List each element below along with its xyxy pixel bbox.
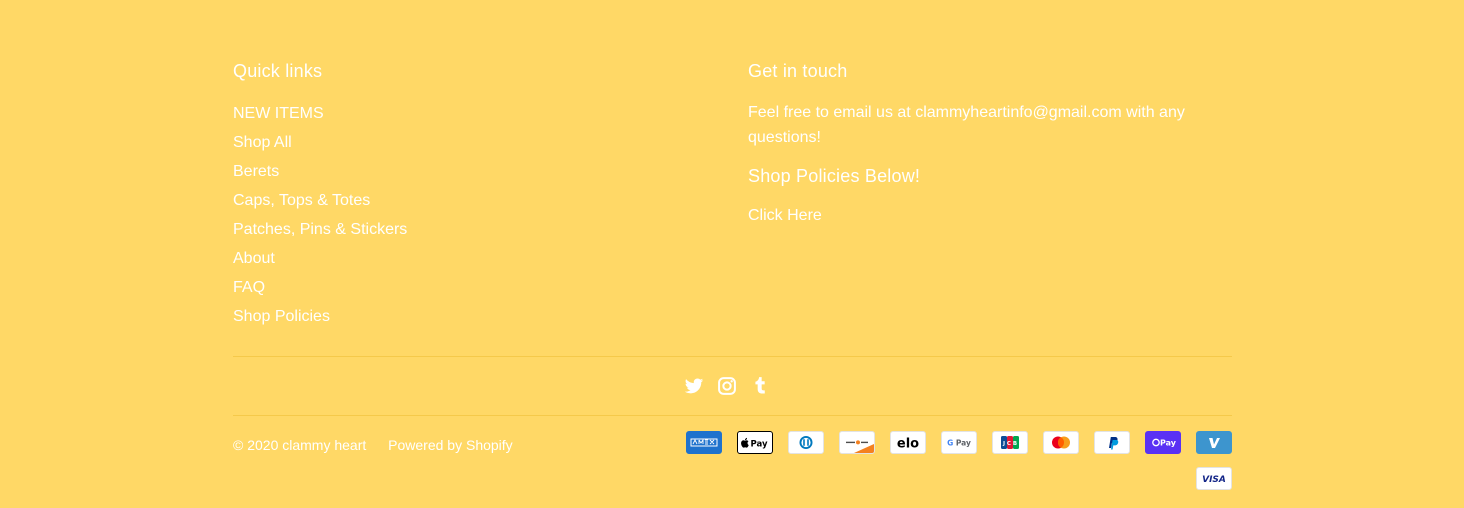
svg-text:Pay: Pay <box>751 440 768 450</box>
instagram-icon[interactable] <box>717 376 737 396</box>
link-caps-tops-totes[interactable]: Caps, Tops & Totes <box>233 192 370 209</box>
svg-text:Pay: Pay <box>1160 439 1177 448</box>
policies-link[interactable]: Click Here <box>748 207 822 224</box>
elo-icon: elo <box>890 431 926 454</box>
divider-top <box>233 356 1232 357</box>
link-shop-policies[interactable]: Shop Policies <box>233 308 330 325</box>
contact-text: Feel free to email us at clammyheartinfo… <box>748 104 1185 146</box>
quick-links-title: Quick links <box>233 61 323 81</box>
link-faq[interactable]: FAQ <box>233 279 265 296</box>
footer-credits: © 2020 clammy heart Powered by Shopify <box>233 437 513 453</box>
twitter-icon[interactable] <box>684 376 704 396</box>
divider-bottom <box>233 415 1232 416</box>
visa-icon: VISA <box>1196 467 1232 490</box>
svg-text:VISA: VISA <box>1202 475 1226 485</box>
mastercard-icon <box>1043 431 1079 454</box>
powered-by[interactable]: Powered by Shopify <box>388 437 513 453</box>
payment-icons: Pay elo G Pay J C B Pay VISA <box>662 431 1232 490</box>
link-new-items[interactable]: NEW ITEMS <box>233 105 324 122</box>
link-patches-pins-stickers[interactable]: Patches, Pins & Stickers <box>233 221 407 238</box>
apple-pay-icon: Pay <box>737 431 773 454</box>
svg-text:elo: elo <box>897 437 919 452</box>
jcb-icon: J C B <box>992 431 1028 454</box>
contact-section: Get in touch Feel free to email us at cl… <box>748 60 1232 227</box>
policies-title: Shop Policies Below! <box>748 166 921 186</box>
discover-icon <box>839 431 875 454</box>
link-shop-all[interactable]: Shop All <box>233 134 292 151</box>
svg-text:G Pay: G Pay <box>947 439 971 448</box>
link-about[interactable]: About <box>233 250 275 267</box>
shop-pay-icon: Pay <box>1145 431 1181 454</box>
copyright[interactable]: © 2020 clammy heart <box>233 437 366 453</box>
contact-title: Get in touch <box>748 61 848 81</box>
google-pay-icon: G Pay <box>941 431 977 454</box>
link-berets[interactable]: Berets <box>233 163 279 180</box>
diners-club-icon <box>788 431 824 454</box>
paypal-icon <box>1094 431 1130 454</box>
quick-links-list: NEW ITEMS Shop All Berets Caps, Tops & T… <box>233 99 633 331</box>
quick-links-section: Quick links NEW ITEMS Shop All Berets Ca… <box>233 60 633 331</box>
venmo-icon <box>1196 431 1232 454</box>
site-footer: Quick links NEW ITEMS Shop All Berets Ca… <box>233 0 1232 508</box>
tumblr-icon[interactable] <box>750 376 770 396</box>
svg-text:J C B: J C B <box>1002 441 1017 447</box>
social-links <box>684 376 770 396</box>
amex-icon <box>686 431 722 454</box>
